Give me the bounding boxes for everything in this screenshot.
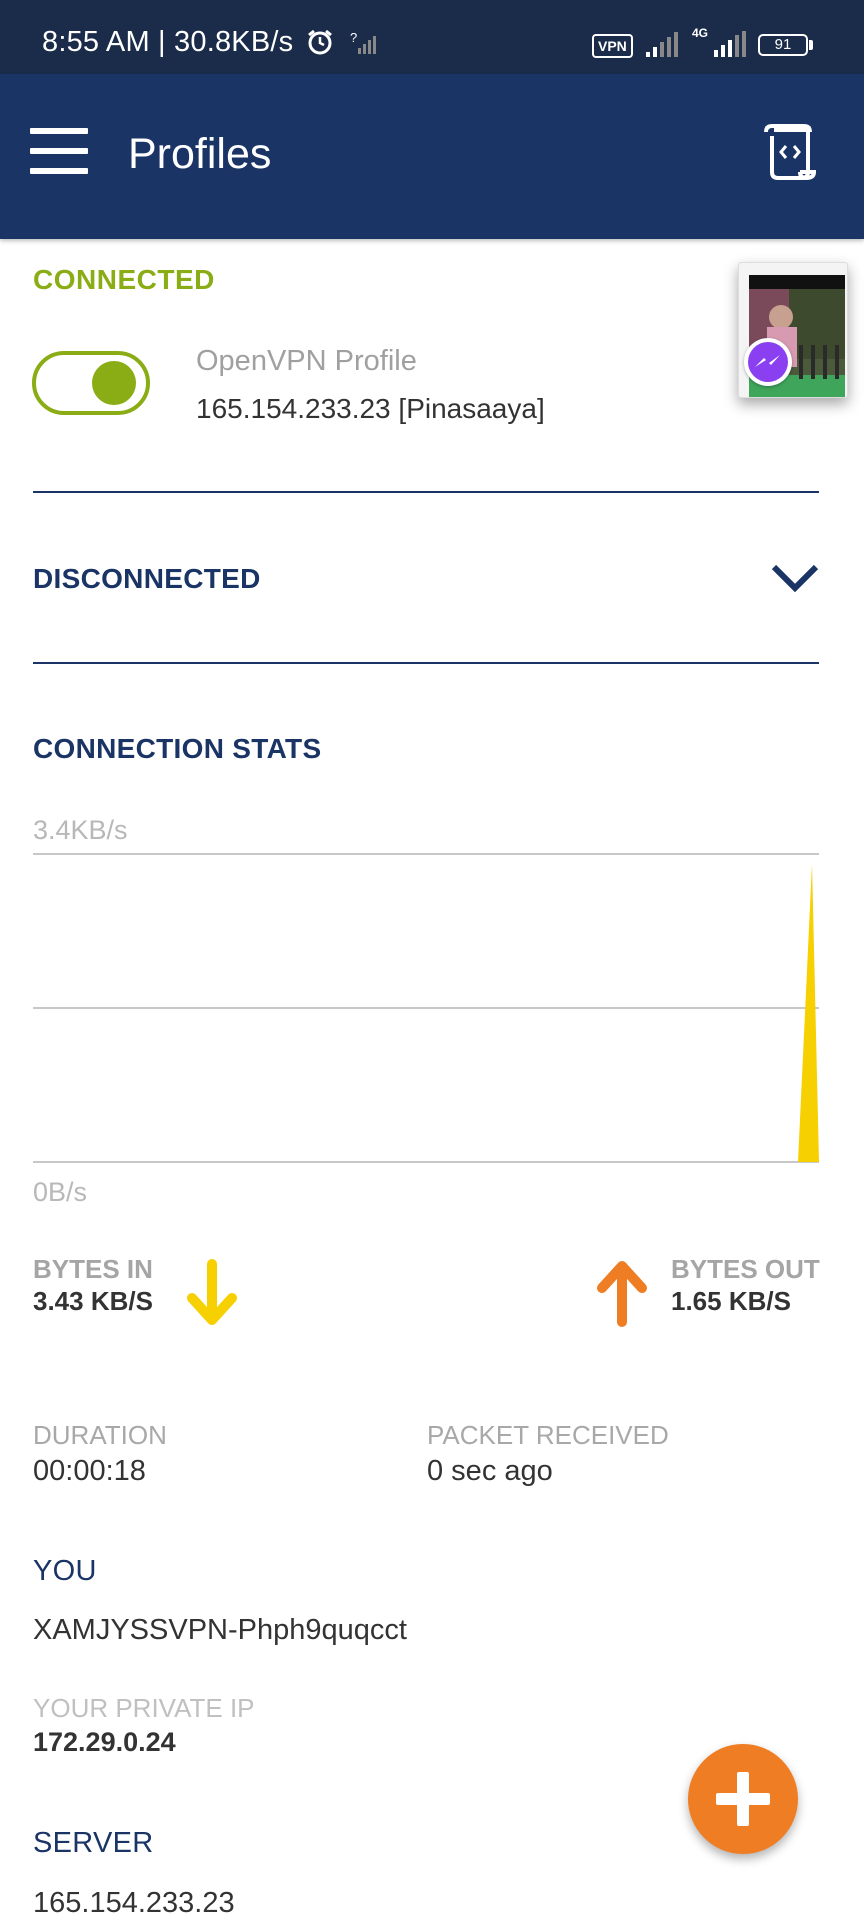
chevron-down-icon[interactable] (770, 562, 820, 594)
bytes-out-label: BYTES OUT (671, 1254, 820, 1284)
server-title: SERVER (33, 1827, 154, 1859)
network-type: 4G (692, 26, 709, 40)
no-sim-signal-icon: ? (350, 30, 376, 54)
traffic-chart (33, 853, 819, 1163)
duration-value: 00:00:18 (33, 1455, 146, 1487)
signal-4g-icon (714, 31, 746, 57)
section-divider (33, 662, 819, 664)
bytes-in-value: 3.43 KB/S (33, 1286, 153, 1316)
connection-stats-title: CONNECTION STATS (33, 733, 322, 764)
profile-name[interactable]: OpenVPN Profile (196, 345, 417, 378)
add-profile-button[interactable] (688, 1744, 798, 1854)
you-name: XAMJYSSVPN-Phph9quqcct (33, 1614, 407, 1646)
arrow-down-icon (187, 1259, 237, 1325)
duration-label: DURATION (33, 1420, 167, 1450)
status-time-speed: 8:55 AM | 30.8KB/s (42, 26, 294, 58)
svg-text:?: ? (350, 30, 357, 45)
vpn-toggle[interactable] (32, 351, 150, 415)
app-bar: Profiles (0, 74, 864, 239)
section-divider (33, 491, 819, 493)
vpn-badge: VPN (592, 34, 633, 58)
disconnected-label[interactable]: DISCONNECTED (33, 563, 261, 595)
menu-button[interactable] (30, 128, 88, 174)
server-ip: 165.154.233.23 (33, 1887, 235, 1919)
hamburger-menu-icon (30, 148, 88, 154)
hamburger-menu-icon (30, 168, 88, 174)
packet-received-label: PACKET RECEIVED (427, 1420, 669, 1450)
bytes-in-series (798, 864, 819, 1162)
you-title: YOU (33, 1555, 97, 1587)
log-scroll-icon[interactable] (762, 122, 820, 182)
packet-received-value: 0 sec ago (427, 1455, 553, 1487)
bytes-in-label: BYTES IN (33, 1254, 153, 1284)
connected-label: CONNECTED (33, 264, 215, 295)
bytes-out-value: 1.65 KB/S (671, 1286, 791, 1316)
arrow-up-icon (597, 1261, 647, 1327)
battery-tip (809, 40, 813, 50)
battery-icon: 91 (758, 34, 808, 56)
messenger-icon (744, 338, 792, 386)
private-ip-value: 172.29.0.24 (33, 1727, 176, 1757)
page-title: Profiles (128, 130, 272, 178)
signal-icon (646, 32, 678, 57)
hamburger-menu-icon (30, 128, 88, 134)
toggle-knob (92, 361, 136, 405)
private-ip-label: YOUR PRIVATE IP (33, 1693, 255, 1723)
plus-icon (737, 1772, 749, 1826)
profile-server[interactable]: 165.154.233.23 [Pinasaaya] (196, 393, 545, 425)
alarm-icon (308, 29, 332, 55)
chart-min-label: 0B/s (33, 1177, 88, 1207)
status-bar: 8:55 AM | 30.8KB/s ? VPN 4G 91 (0, 0, 864, 74)
